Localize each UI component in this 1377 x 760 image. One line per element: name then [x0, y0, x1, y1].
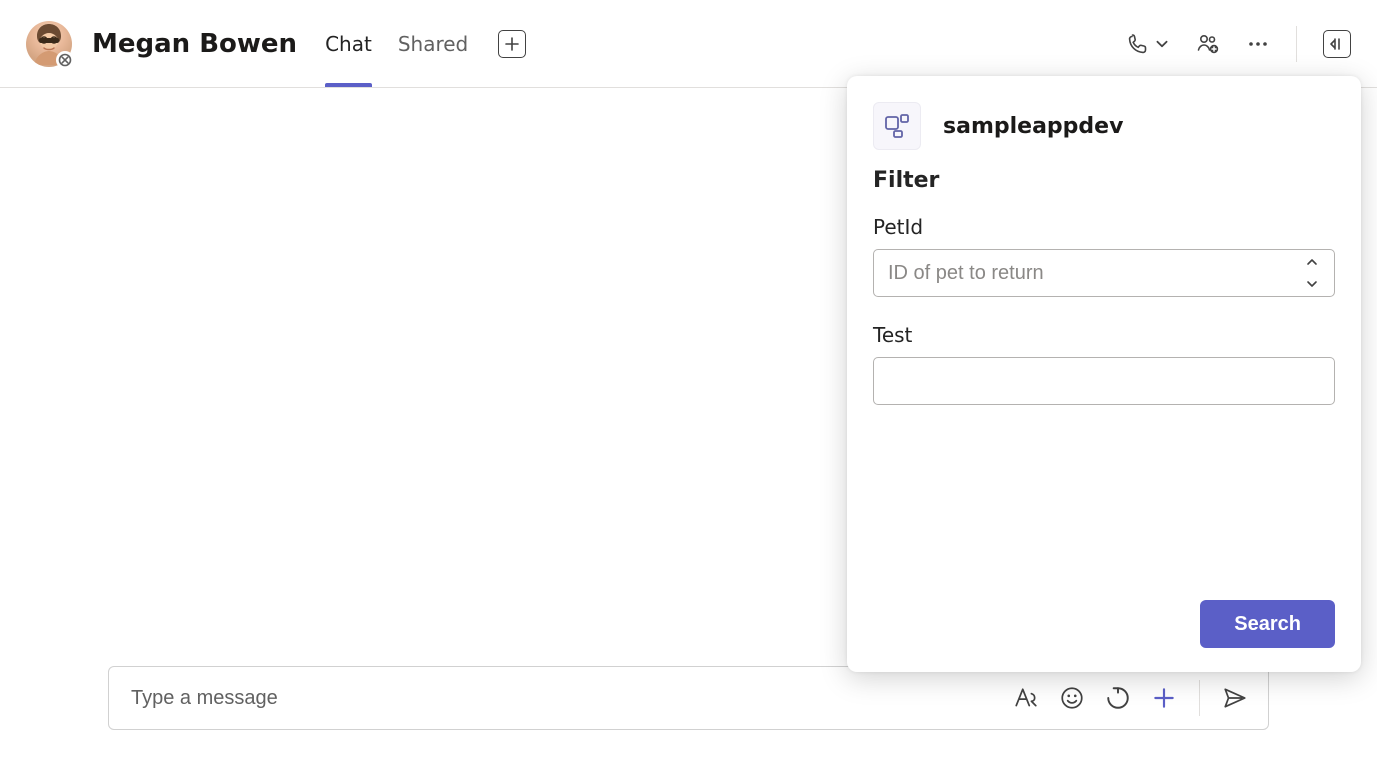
presence-offline-icon — [56, 51, 74, 69]
popout-button[interactable] — [1323, 30, 1351, 58]
petid-input[interactable] — [873, 249, 1335, 297]
actions-button[interactable] — [1151, 685, 1177, 711]
app-name: sampleappdev — [943, 114, 1123, 139]
tab-chat[interactable]: Chat — [325, 0, 372, 87]
chevron-down-icon — [1305, 279, 1319, 289]
message-input[interactable] — [129, 686, 1013, 711]
filter-title: Filter — [873, 168, 1335, 193]
contact-avatar[interactable] — [26, 21, 72, 67]
plus-icon — [1151, 685, 1177, 711]
chevron-up-icon — [1305, 257, 1319, 267]
send-icon — [1222, 685, 1248, 711]
card-footer: Search — [873, 600, 1335, 648]
send-button[interactable] — [1222, 685, 1248, 711]
more-button[interactable] — [1246, 32, 1270, 56]
add-tab-button[interactable] — [498, 30, 526, 58]
compose-divider — [1199, 680, 1200, 716]
petid-label: PetId — [873, 215, 1335, 239]
call-button[interactable] — [1126, 32, 1170, 56]
chat-header: Megan Bowen Chat Shared — [0, 0, 1377, 88]
chevron-down-icon — [1154, 36, 1170, 52]
emoji-icon — [1059, 685, 1085, 711]
test-label: Test — [873, 323, 1335, 347]
petid-field-wrap — [873, 249, 1335, 297]
header-divider — [1296, 26, 1297, 62]
chat-main: sampleappdev Filter PetId Test Search — [0, 88, 1377, 760]
header-actions — [1126, 26, 1351, 62]
format-button[interactable] — [1013, 685, 1039, 711]
plus-icon — [504, 36, 520, 52]
search-button[interactable]: Search — [1200, 600, 1335, 648]
phone-icon — [1126, 32, 1150, 56]
app-icon — [884, 113, 910, 139]
contact-name: Megan Bowen — [92, 29, 297, 59]
people-add-icon — [1196, 32, 1220, 56]
loop-button[interactable] — [1105, 685, 1131, 711]
add-people-button[interactable] — [1196, 32, 1220, 56]
compose-actions — [1013, 680, 1248, 716]
test-input[interactable] — [873, 357, 1335, 405]
loop-icon — [1105, 685, 1131, 711]
emoji-button[interactable] — [1059, 685, 1085, 711]
compose-box — [108, 666, 1269, 730]
test-field-wrap — [873, 357, 1335, 405]
popout-icon — [1329, 36, 1345, 52]
more-icon — [1246, 32, 1270, 56]
petid-stepper[interactable] — [1305, 257, 1325, 289]
tab-shared[interactable]: Shared — [398, 0, 468, 87]
card-header: sampleappdev — [873, 102, 1335, 150]
header-tabs: Chat Shared — [325, 0, 526, 87]
extension-card: sampleappdev Filter PetId Test Search — [847, 76, 1361, 672]
format-icon — [1013, 685, 1039, 711]
app-tile — [873, 102, 921, 150]
